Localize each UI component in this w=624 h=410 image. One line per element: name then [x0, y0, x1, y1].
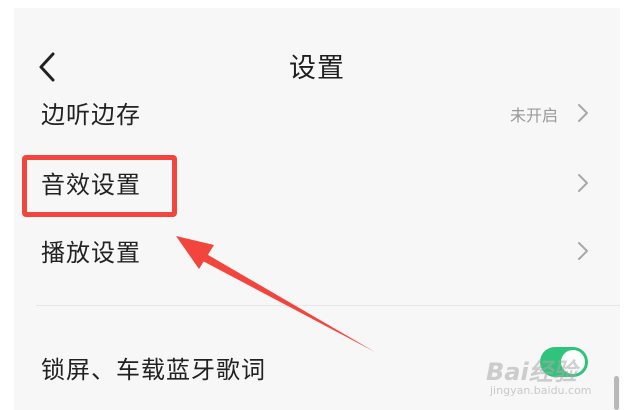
chevron-right-icon [578, 242, 588, 260]
lyrics-toggle-switch[interactable] [540, 347, 588, 377]
chevron-right-icon [578, 174, 588, 192]
row-label: 锁屏、车载蓝牙歌词 [41, 356, 266, 384]
settings-row-listen-save[interactable]: 边听边存 未开启 [14, 81, 620, 145]
settings-row-playback[interactable]: 播放设置 [14, 219, 620, 283]
chevron-right-icon [578, 104, 588, 122]
settings-panel: 设置 边听边存 未开启 音效设置 播放设置 锁屏、车载蓝牙歌词 [14, 8, 620, 410]
section-divider [36, 305, 620, 306]
row-status-value: 未开启 [509, 106, 558, 125]
row-label: 播放设置 [41, 239, 141, 267]
scrollbar-thumb[interactable] [614, 376, 619, 410]
settings-row-sound-effects[interactable]: 音效设置 [14, 151, 620, 215]
row-label: 音效设置 [41, 171, 141, 199]
settings-screen: 设置 边听边存 未开启 音效设置 播放设置 锁屏、车载蓝牙歌词 Bai经验 ji… [0, 0, 624, 410]
toggle-knob [561, 350, 585, 374]
settings-row-lockscreen-lyrics[interactable]: 锁屏、车载蓝牙歌词 [14, 336, 620, 400]
page-title: 设置 [289, 53, 345, 84]
row-label: 边听边存 [41, 101, 141, 129]
